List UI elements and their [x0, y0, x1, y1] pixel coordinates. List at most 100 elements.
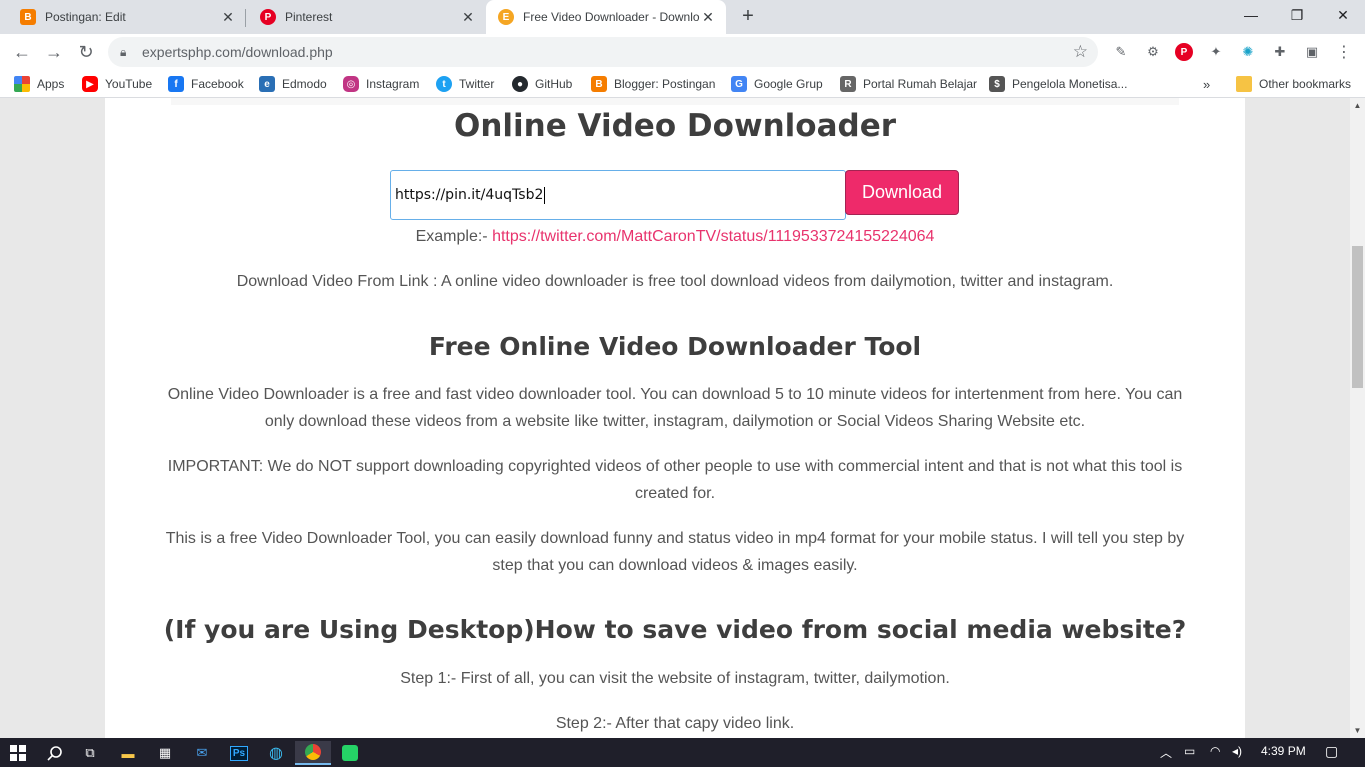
- tab-postingan[interactable]: B Postingan: Edit ✕: [0, 0, 246, 34]
- file-explorer-icon[interactable]: ▬: [110, 741, 146, 765]
- fox-extension-icon[interactable]: ✦: [1207, 43, 1225, 61]
- menu-icon[interactable]: ⋮: [1335, 43, 1353, 61]
- bookmark-twitter[interactable]: t Twitter: [436, 74, 494, 94]
- bookmark-rumah-belajar[interactable]: R Portal Rumah Belajar: [840, 74, 977, 94]
- bookmark-facebook[interactable]: f Facebook: [168, 74, 244, 94]
- tab-pinterest[interactable]: P Pinterest ✕: [246, 0, 486, 34]
- tab-video-downloader[interactable]: E Free Video Downloader - Downlo ✕: [486, 0, 726, 34]
- example-line: Example:- https://twitter.com/MattCaronT…: [105, 228, 1245, 246]
- notifications-icon[interactable]: ▢: [1325, 743, 1338, 760]
- example-link[interactable]: https://twitter.com/MattCaronTV/status/1…: [492, 228, 934, 245]
- bookmark-other[interactable]: Other bookmarks: [1236, 74, 1351, 94]
- download-button[interactable]: Download: [845, 170, 959, 215]
- scrollbar-thumb[interactable]: [1352, 246, 1363, 388]
- tab-strip: B Postingan: Edit ✕ P Pinterest ✕ E Free…: [0, 0, 1365, 34]
- close-icon[interactable]: ✕: [220, 9, 236, 25]
- task-view-icon[interactable]: ⧉: [72, 741, 108, 765]
- tab-title: Postingan: Edit: [45, 10, 126, 24]
- media-icon[interactable]: ▣: [1303, 43, 1321, 61]
- reload-icon[interactable]: ↻: [72, 38, 100, 66]
- facebook-icon: f: [168, 76, 184, 92]
- close-icon[interactable]: ✕: [700, 9, 716, 25]
- bookmark-label: Blogger: Postingan: [614, 77, 716, 91]
- new-tab-icon[interactable]: +: [738, 6, 758, 27]
- bookmark-label: Google Grup: [754, 77, 823, 91]
- content-container: Online Video Downloader https://pin.it/4…: [105, 98, 1245, 738]
- address-url: expertsphp.com/download.php: [142, 44, 333, 60]
- twitter-icon: t: [436, 76, 452, 92]
- more-bookmarks-icon[interactable]: »: [1203, 74, 1210, 94]
- step-1: Step 1:- First of all, you can visit the…: [400, 670, 950, 687]
- windows-start-icon[interactable]: [0, 741, 36, 765]
- whatsapp-icon[interactable]: [332, 741, 368, 765]
- bookmark-edmodo[interactable]: e Edmodo: [259, 74, 327, 94]
- github-icon: ●: [512, 76, 528, 92]
- intro-paragraph: Download Video From Link : A online vide…: [236, 273, 1114, 290]
- bookmark-instagram[interactable]: ◎ Instagram: [343, 74, 419, 94]
- volume-icon[interactable]: ◂): [1232, 744, 1242, 758]
- puzzle-icon[interactable]: ✚: [1271, 43, 1289, 61]
- bookmark-google-grup[interactable]: G Google Grup: [731, 74, 823, 94]
- header-strip: [171, 98, 1179, 105]
- address-bar[interactable]: 🔒︎ expertsphp.com/download.php ☆: [108, 37, 1098, 67]
- close-icon[interactable]: ✕: [460, 9, 476, 25]
- lock-icon: 🔒︎: [120, 44, 127, 59]
- text-caret: [544, 186, 546, 204]
- close-window-icon[interactable]: ✕: [1320, 0, 1365, 30]
- bookmark-label: Other bookmarks: [1259, 77, 1352, 91]
- bookmark-label: Twitter: [459, 77, 495, 91]
- rumah-belajar-icon: R: [840, 76, 856, 92]
- description-paragraph: Online Video Downloader is a free and fa…: [167, 386, 1183, 430]
- bookmark-github[interactable]: ● GitHub: [512, 74, 572, 94]
- instagram-icon: ◎: [343, 76, 359, 92]
- bookmark-label: Pengelola Monetisa...: [1012, 77, 1128, 91]
- example-prefix: Example:-: [415, 228, 493, 245]
- wifi-icon[interactable]: ◠: [1210, 744, 1220, 758]
- edmodo-icon: e: [259, 76, 275, 92]
- bookmark-label: YouTube: [105, 77, 153, 91]
- section-title-tool: Free Online Video Downloader Tool: [428, 332, 922, 361]
- bookmark-pengelola[interactable]: $ Pengelola Monetisa...: [989, 74, 1127, 94]
- scroll-down-icon[interactable]: ▼: [1350, 723, 1365, 738]
- photoshop-icon[interactable]: Ps: [221, 741, 257, 765]
- windows-taskbar: ⧉ ▬ ▦ ✉ Ps ◍ ︿ ▭ ◠ ◂) 4:39 PM ▢: [0, 738, 1365, 767]
- clock-time[interactable]: 4:39 PM: [1261, 744, 1306, 758]
- bookmark-apps[interactable]: Apps: [14, 74, 64, 94]
- tab-title: Free Video Downloader - Downlo: [523, 10, 700, 24]
- apps-grid-icon: [14, 76, 30, 92]
- sun-extension-icon[interactable]: ✺: [1239, 43, 1257, 61]
- store-icon[interactable]: ▦: [147, 741, 183, 765]
- eyedropper-icon[interactable]: ✎: [1112, 43, 1130, 61]
- video-url-value: https://pin.it/4uqTsb2: [395, 187, 544, 203]
- mp4-paragraph: This is a free Video Downloader Tool, yo…: [165, 530, 1185, 574]
- chevron-up-icon[interactable]: ︿: [1160, 744, 1172, 761]
- bookmark-label: GitHub: [535, 77, 573, 91]
- pinterest-icon: P: [260, 9, 276, 25]
- important-paragraph: IMPORTANT: We do NOT support downloading…: [167, 458, 1183, 502]
- bookmark-blogger[interactable]: B Blogger: Postingan: [591, 74, 715, 94]
- battery-icon[interactable]: ▭: [1184, 744, 1195, 758]
- bookmark-label: Edmodo: [282, 77, 327, 91]
- blogger-icon: B: [591, 76, 607, 92]
- edge-icon[interactable]: ◍: [258, 741, 294, 765]
- scroll-up-icon[interactable]: ▲: [1350, 98, 1365, 113]
- tab-title: Pinterest: [285, 10, 333, 24]
- search-icon[interactable]: [37, 741, 73, 765]
- gear-extension-icon[interactable]: ⚙: [1144, 43, 1162, 61]
- mail-icon[interactable]: ✉: [184, 741, 220, 765]
- bookmarks-bar: Apps ▶ YouTube f Facebook e Edmodo ◎ Ins…: [0, 70, 1365, 98]
- page-scrollbar[interactable]: ▲ ▼: [1350, 98, 1365, 738]
- back-icon[interactable]: ←: [8, 38, 36, 66]
- youtube-icon: ▶: [82, 76, 98, 92]
- bookmark-youtube[interactable]: ▶ YouTube: [82, 74, 152, 94]
- chrome-icon[interactable]: [295, 741, 331, 765]
- minimize-icon[interactable]: —: [1228, 0, 1274, 30]
- bookmark-label: Portal Rumah Belajar: [863, 77, 978, 91]
- pinterest-extension-icon[interactable]: P: [1175, 43, 1193, 61]
- bookmark-label: Instagram: [366, 77, 420, 91]
- restore-icon[interactable]: ❐: [1274, 0, 1320, 30]
- bookmark-star-icon[interactable]: ☆: [1073, 42, 1088, 62]
- video-url-input[interactable]: https://pin.it/4uqTsb2: [390, 170, 846, 220]
- section-title-desktop: (If you are Using Desktop)How to save vi…: [163, 615, 1187, 644]
- forward-icon[interactable]: →: [40, 38, 68, 66]
